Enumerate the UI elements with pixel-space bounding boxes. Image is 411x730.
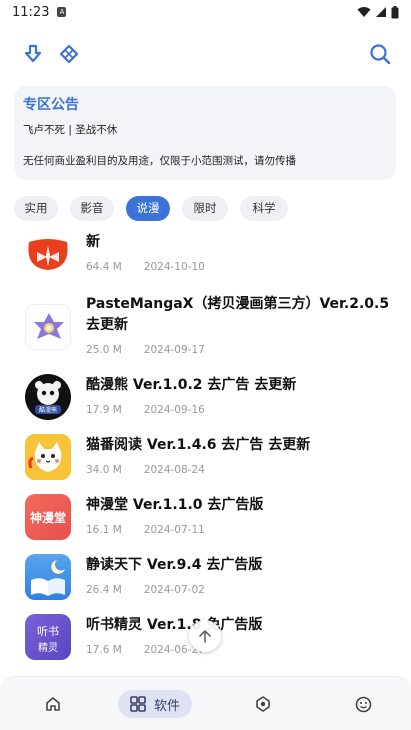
explore-icon — [256, 696, 270, 712]
app-date: 2024-07-11 — [143, 524, 205, 536]
tab-xianshi[interactable]: 限时 — [182, 196, 228, 221]
app-date: 2024-07-02 — [143, 584, 205, 596]
apps-icon — [130, 696, 146, 712]
jingdu-app-icon — [25, 554, 71, 600]
arrow-up-icon — [199, 630, 211, 643]
kumanxiong-icon-label: 酷漫熊 — [39, 406, 57, 414]
kumanxiong-app-icon: 酷漫熊 — [25, 374, 71, 420]
app-size: 26.4 M — [86, 584, 122, 596]
search-button[interactable] — [367, 41, 393, 67]
app-meta: 26.4 M 2024-07-02 — [86, 584, 205, 596]
scroll-top-button[interactable] — [189, 620, 221, 652]
app-size: 25.0 M — [86, 344, 122, 356]
tab-shiyong[interactable]: 实用 — [14, 196, 58, 221]
home-icon — [46, 697, 60, 711]
notice-line-2: 无任何商业盈利目的及用途，仅限于小范围测试，请勿传播 — [23, 155, 296, 167]
app-name: 猫番阅读 Ver.1.4.6 去广告 去更新 — [86, 437, 311, 453]
signal-icon — [376, 7, 386, 17]
nav-explore[interactable] — [250, 690, 276, 718]
tab-yingyin[interactable]: 影音 — [70, 196, 114, 221]
maofan-app-icon — [25, 434, 71, 480]
download-button[interactable] — [20, 41, 46, 67]
app-name: 静读天下 Ver.9.4 去广告版 — [86, 557, 263, 573]
app-name: PasteMangaX（拷贝漫画第三方）Ver.2.0.5 去更新 — [86, 296, 390, 333]
app-name: 神漫堂 Ver.1.1.0 去广告版 — [86, 497, 264, 513]
battery-icon — [391, 5, 399, 18]
top-bar — [0, 36, 411, 72]
notice-line-1: 飞卢不死 | 圣战不休 — [23, 124, 118, 136]
nav-profile[interactable] — [350, 690, 376, 718]
tingshu-app-icon: 听书 精灵 — [25, 614, 71, 660]
app-date: 2024-08-24 — [143, 464, 205, 476]
app-date: 2024-09-16 — [143, 404, 205, 416]
search-icon — [370, 44, 391, 65]
app-meta: 34.0 M 2024-08-24 — [86, 464, 205, 476]
tingshu-icon-label-top: 听书 — [37, 625, 59, 638]
download-icon — [24, 44, 42, 63]
shenmantang-icon-label: 神漫堂 — [30, 510, 66, 525]
nav-software[interactable]: 软件 — [118, 690, 193, 718]
app-date: 2024-09-17 — [143, 344, 205, 356]
app-name: 听书精灵 Ver.1.8 免广告版 — [86, 617, 263, 633]
app-date: 2024-10-10 — [143, 261, 205, 273]
bottom-nav: 软件 — [0, 676, 411, 730]
notice-title: 专区公告 — [23, 97, 79, 113]
status-icons — [357, 5, 399, 19]
app-name: 新 — [86, 234, 100, 250]
app-size: 34.0 M — [86, 464, 122, 476]
nav-software-label: 软件 — [154, 698, 181, 714]
wifi-icon — [357, 7, 371, 17]
app-size: 16.1 M — [86, 524, 122, 536]
app-name: 酷漫熊 Ver.1.0.2 去广告 去更新 — [86, 377, 297, 393]
tingshu-icon-label-bottom: 精灵 — [38, 641, 58, 654]
notice-card: 专区公告 飞卢不死 | 圣战不休 无任何商业盈利目的及用途，仅限于小范围测试，请… — [14, 86, 396, 180]
diamond-button[interactable] — [56, 41, 82, 67]
sim-icon: A — [57, 7, 67, 17]
app-meta: 25.0 M 2024-09-17 — [86, 344, 205, 356]
app-list: 新 64.4 M 2024-10-10 PasteMangaX（拷贝漫画第三方）… — [0, 228, 411, 676]
profile-icon — [355, 696, 371, 712]
status-bar: 11:23 A — [0, 0, 411, 24]
app-size: 64.4 M — [86, 261, 122, 273]
diamond-icon — [59, 44, 79, 64]
status-time: 11:23 — [12, 4, 50, 20]
tab-kexue[interactable]: 科学 — [240, 196, 288, 221]
nav-home[interactable] — [40, 690, 66, 718]
category-tabs: 实用 影音 说漫 限时 科学 — [14, 196, 288, 222]
app-meta: 17.6 M 2024-06-27 — [86, 644, 205, 656]
pastemanga-app-icon — [25, 304, 71, 350]
app-meta: 64.4 M 2024-10-10 — [86, 261, 205, 273]
tab-shuoman[interactable]: 说漫 — [126, 196, 170, 221]
app-meta: 17.9 M 2024-09-16 — [86, 404, 205, 416]
app-size: 17.9 M — [86, 404, 122, 416]
shenmantang-app-icon: 神漫堂 — [25, 494, 71, 540]
app-meta: 16.1 M 2024-07-11 — [86, 524, 205, 536]
app-size: 17.6 M — [86, 644, 122, 656]
tomato-app-icon — [25, 228, 71, 274]
